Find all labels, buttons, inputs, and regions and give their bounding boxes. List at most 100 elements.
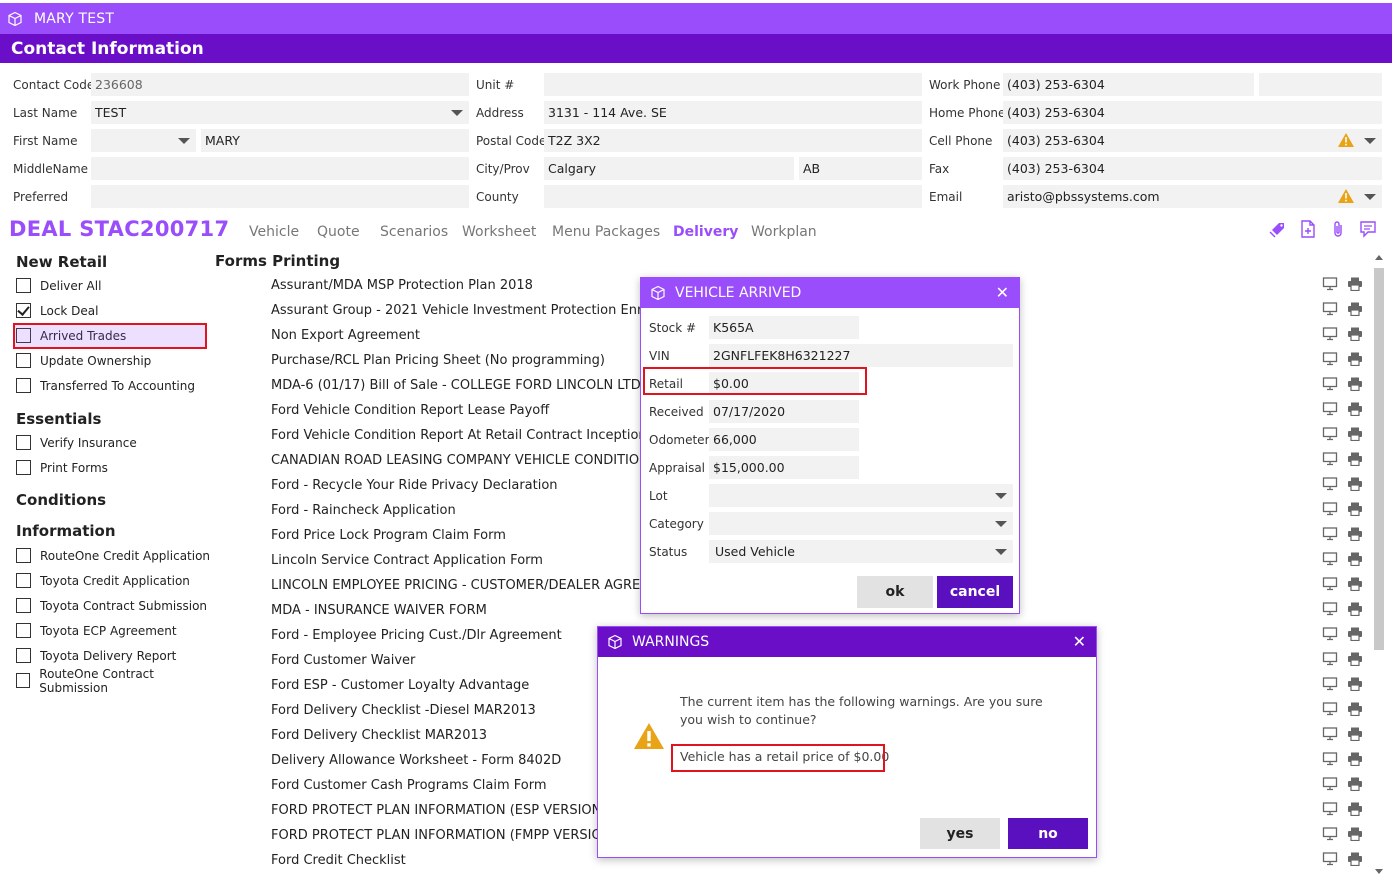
paperclip-icon[interactable] xyxy=(1329,220,1347,238)
tag-icon[interactable] xyxy=(1269,220,1287,238)
form-item[interactable]: Ford Customer Cash Programs Claim Form xyxy=(271,773,641,798)
printer-icon[interactable] xyxy=(1347,501,1363,520)
chevron-down-icon[interactable] xyxy=(451,110,463,116)
printer-icon[interactable] xyxy=(1347,726,1363,745)
close-icon[interactable]: ✕ xyxy=(1073,632,1086,651)
checklist-item-toyota-contract[interactable]: Toyota Contract Submission xyxy=(16,593,216,618)
email-field[interactable]: aristo@pbssystems.com xyxy=(1003,185,1382,208)
printer-icon[interactable] xyxy=(1347,851,1363,870)
form-item[interactable]: Assurant Group - 2021 Vehicle Investment… xyxy=(271,298,641,323)
received-field[interactable]: 07/17/2020 xyxy=(709,400,859,423)
new-document-icon[interactable] xyxy=(1299,220,1317,238)
form-item[interactable]: Non Export Agreement xyxy=(271,323,641,348)
monitor-icon[interactable] xyxy=(1322,301,1338,320)
form-item[interactable]: Purchase/RCL Plan Pricing Sheet (No prog… xyxy=(271,348,641,373)
printer-icon[interactable] xyxy=(1347,651,1363,670)
printer-icon[interactable] xyxy=(1347,676,1363,695)
monitor-icon[interactable] xyxy=(1322,526,1338,545)
checkbox[interactable] xyxy=(16,378,31,393)
contact-code-field[interactable]: 236608 xyxy=(91,73,469,96)
yes-button[interactable]: yes xyxy=(920,818,1000,849)
fax-field[interactable]: (403) 253-6304 xyxy=(1003,157,1382,180)
odometer-field[interactable]: 66,000 xyxy=(709,428,859,451)
checklist-item-deliver-all[interactable]: Deliver All xyxy=(16,273,216,298)
monitor-icon[interactable] xyxy=(1322,751,1338,770)
category-select[interactable] xyxy=(709,512,1013,535)
form-item[interactable]: Assurant/MDA MSP Protection Plan 2018 xyxy=(271,273,641,298)
monitor-icon[interactable] xyxy=(1322,676,1338,695)
tab-quote[interactable]: Quote xyxy=(317,224,360,240)
ok-button[interactable]: ok xyxy=(857,576,933,608)
chevron-down-icon[interactable] xyxy=(995,493,1007,499)
form-item[interactable]: Delivery Allowance Worksheet - Form 8402… xyxy=(271,748,641,773)
printer-icon[interactable] xyxy=(1347,601,1363,620)
work-phone-ext-field[interactable] xyxy=(1259,73,1382,96)
form-item[interactable]: Ford ESP - Customer Loyalty Advantage xyxy=(271,673,641,698)
printer-icon[interactable] xyxy=(1347,576,1363,595)
checkbox[interactable] xyxy=(16,435,31,450)
checklist-item-transferred-to-accounting[interactable]: Transferred To Accounting xyxy=(16,373,216,398)
monitor-icon[interactable] xyxy=(1322,426,1338,445)
printer-icon[interactable] xyxy=(1347,276,1363,295)
chevron-down-icon[interactable] xyxy=(1364,138,1376,144)
printer-icon[interactable] xyxy=(1347,751,1363,770)
printer-icon[interactable] xyxy=(1347,376,1363,395)
chevron-down-icon[interactable] xyxy=(1364,194,1376,200)
monitor-icon[interactable] xyxy=(1322,576,1338,595)
checkbox[interactable] xyxy=(16,573,31,588)
checklist-item-arrived-trades[interactable]: Arrived Trades xyxy=(16,323,216,348)
checklist-item-routeone-credit[interactable]: RouteOne Credit Application xyxy=(16,543,216,568)
checklist-item-verify-insurance[interactable]: Verify Insurance xyxy=(16,430,216,455)
checkbox[interactable] xyxy=(16,673,31,688)
checkbox[interactable] xyxy=(16,353,31,368)
printer-icon[interactable] xyxy=(1347,826,1363,845)
address-field[interactable]: 3131 - 114 Ave. SE xyxy=(544,101,922,124)
checkbox[interactable] xyxy=(16,278,31,293)
checkbox[interactable] xyxy=(16,648,31,663)
monitor-icon[interactable] xyxy=(1322,501,1338,520)
monitor-icon[interactable] xyxy=(1322,476,1338,495)
checklist-item-toyota-delivery[interactable]: Toyota Delivery Report xyxy=(16,643,216,668)
monitor-icon[interactable] xyxy=(1322,826,1338,845)
printer-icon[interactable] xyxy=(1347,476,1363,495)
tab-worksheet[interactable]: Worksheet xyxy=(462,224,536,240)
checkbox[interactable] xyxy=(16,328,31,343)
printer-icon[interactable] xyxy=(1347,301,1363,320)
monitor-icon[interactable] xyxy=(1322,626,1338,645)
checklist-item-update-ownership[interactable]: Update Ownership xyxy=(16,348,216,373)
form-item[interactable]: Ford Vehicle Condition Report Lease Payo… xyxy=(271,398,641,423)
printer-icon[interactable] xyxy=(1347,351,1363,370)
form-item[interactable]: Ford Price Lock Program Claim Form xyxy=(271,523,641,548)
printer-icon[interactable] xyxy=(1347,701,1363,720)
tab-scenarios[interactable]: Scenarios xyxy=(380,224,448,240)
county-field[interactable] xyxy=(544,185,922,208)
monitor-icon[interactable] xyxy=(1322,401,1338,420)
form-item[interactable]: LINCOLN EMPLOYEE PRICING - CUSTOMER/DEAL… xyxy=(271,573,641,598)
status-select[interactable]: Used Vehicle xyxy=(709,540,1013,563)
lot-select[interactable] xyxy=(709,484,1013,507)
monitor-icon[interactable] xyxy=(1322,276,1338,295)
scrollbar[interactable] xyxy=(1372,252,1386,880)
printer-icon[interactable] xyxy=(1347,451,1363,470)
no-button[interactable]: no xyxy=(1008,818,1088,849)
middle-name-field[interactable] xyxy=(91,157,469,180)
checklist-item-lock-deal[interactable]: Lock Deal xyxy=(16,298,216,323)
preferred-field[interactable] xyxy=(91,185,469,208)
monitor-icon[interactable] xyxy=(1322,326,1338,345)
warning-icon[interactable] xyxy=(1338,189,1354,203)
form-item[interactable]: Ford Delivery Checklist MAR2013 xyxy=(271,723,641,748)
checklist-item-toyota-credit[interactable]: Toyota Credit Application xyxy=(16,568,216,593)
first-name-field[interactable]: MARY xyxy=(201,129,469,152)
form-item[interactable]: Ford Delivery Checklist -Diesel MAR2013 xyxy=(271,698,641,723)
printer-icon[interactable] xyxy=(1347,426,1363,445)
checklist-item-print-forms[interactable]: Print Forms xyxy=(16,455,216,480)
printer-icon[interactable] xyxy=(1347,801,1363,820)
comment-icon[interactable] xyxy=(1359,220,1377,238)
printer-icon[interactable] xyxy=(1347,626,1363,645)
monitor-icon[interactable] xyxy=(1322,651,1338,670)
postal-code-field[interactable]: T2Z 3X2 xyxy=(544,129,922,152)
chevron-down-icon[interactable] xyxy=(178,138,190,144)
printer-icon[interactable] xyxy=(1347,776,1363,795)
checkbox[interactable] xyxy=(16,303,31,318)
stock-field[interactable]: K565A xyxy=(709,316,859,339)
